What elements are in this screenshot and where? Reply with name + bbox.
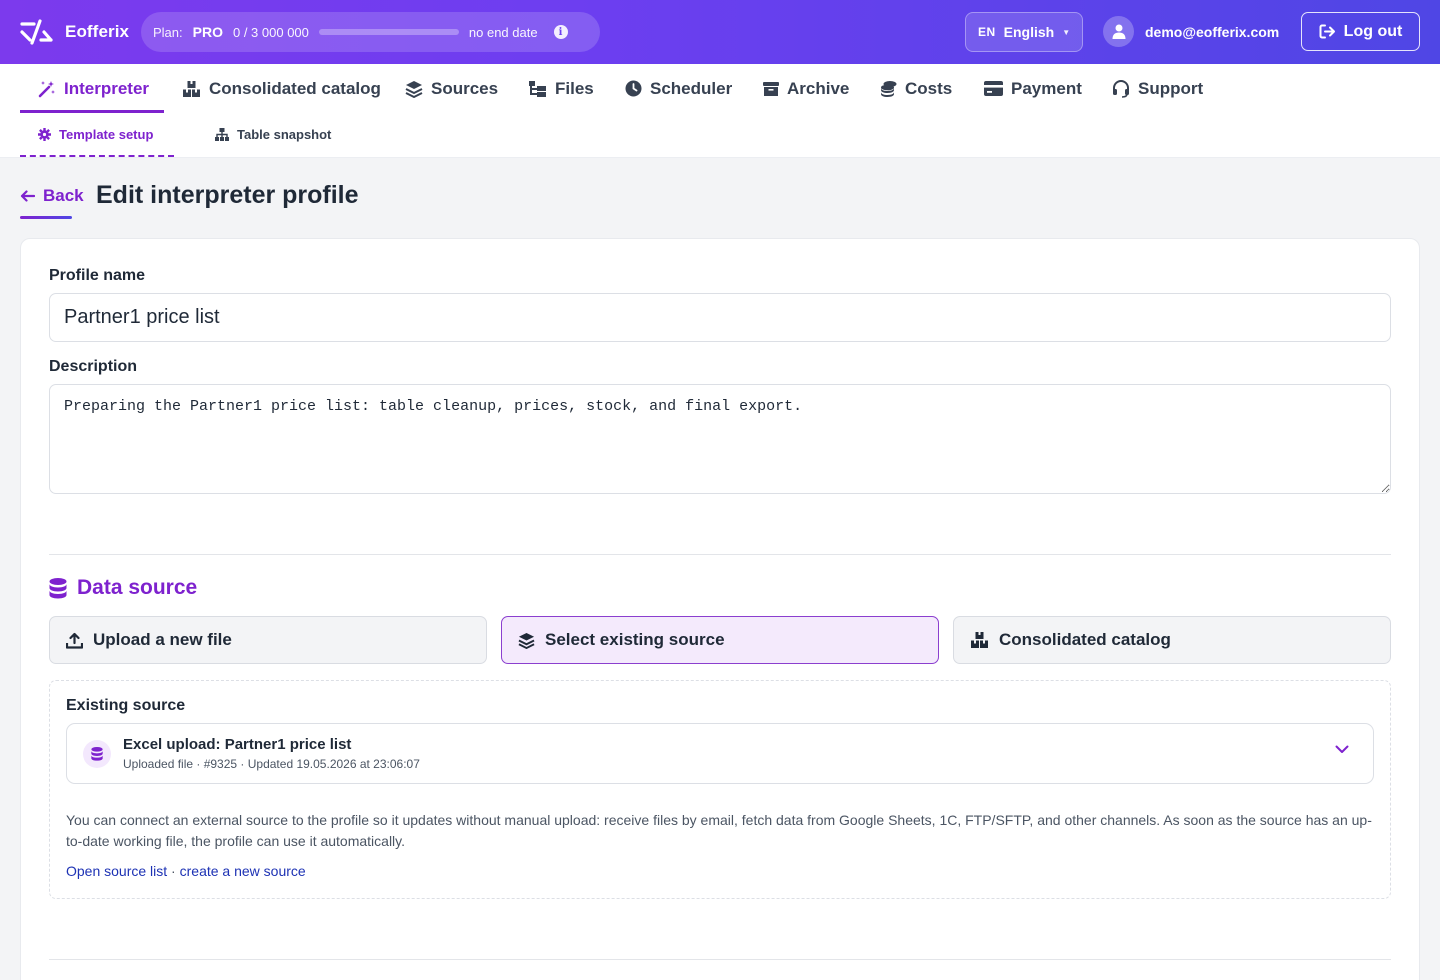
boxes-icon: [971, 632, 988, 648]
plan-progress-bar: [318, 29, 459, 35]
source-help-text: You can connect an external source to th…: [66, 812, 1372, 849]
plan-pill: Plan: PRO 0 / 3 000 000 no end date i: [141, 12, 600, 52]
nav-label: Payment: [1011, 78, 1082, 98]
create-new-source-link[interactable]: create a new source: [180, 863, 306, 879]
nav-item-archive[interactable]: Archive: [763, 64, 849, 113]
nav-label: Files: [555, 78, 594, 98]
plan-label: Plan:: [153, 24, 183, 40]
link-separator: ·: [167, 863, 180, 879]
language-code: EN: [978, 25, 996, 39]
profile-name-input[interactable]: [49, 293, 1391, 342]
data-source-heading: Data source: [49, 576, 197, 600]
nav-item-payment[interactable]: Payment: [984, 64, 1082, 113]
back-link-underline: [20, 216, 72, 219]
sitemap-icon: [215, 128, 229, 141]
nav-label: Scheduler: [650, 78, 733, 98]
upload-icon: [66, 632, 83, 649]
active-tab-indicator: [20, 155, 174, 157]
nav-item-files[interactable]: Files: [528, 64, 594, 113]
description-label: Description: [49, 358, 138, 375]
archive-box-icon: [763, 81, 779, 96]
nav-item-sources[interactable]: Sources: [405, 64, 498, 113]
plan-usage: 0 / 3 000 000: [232, 24, 309, 40]
boxes-icon: [183, 80, 200, 97]
arrow-left-icon: [20, 190, 35, 202]
info-icon[interactable]: i: [553, 25, 568, 39]
section-divider-bottom: [49, 959, 1391, 960]
existing-source-select[interactable]: [66, 723, 1374, 784]
language-name: English: [1003, 24, 1055, 40]
description-textarea[interactable]: Preparing the Partner1 price list: table…: [49, 384, 1391, 494]
nav-label: Support: [1138, 78, 1204, 98]
folder-tree-icon: [529, 80, 546, 97]
logo[interactable]: Eofferix: [20, 18, 129, 46]
nav-item-consolidated-catalog[interactable]: Consolidated catalog: [182, 64, 381, 113]
nav-label: Consolidated catalog: [209, 78, 381, 98]
tab-label: Template setup: [59, 127, 154, 142]
existing-source-label: Existing source: [66, 697, 186, 714]
selected-source-title: Excel upload: Partner1 price list: [123, 736, 352, 753]
coins-icon: [881, 81, 897, 97]
database-icon: [83, 740, 111, 768]
chevron-down-icon[interactable]: [1335, 745, 1349, 754]
consolidated-catalog-option[interactable]: Consolidated catalog: [953, 616, 1391, 664]
logout-label: Log out: [1343, 22, 1403, 40]
plan-end-date: no end date: [468, 24, 538, 40]
nav-item-interpreter[interactable]: Interpreter: [38, 64, 149, 113]
back-label: Back: [43, 186, 84, 205]
database-icon: [49, 577, 67, 598]
plan-name: PRO: [192, 24, 223, 40]
page-title: Edit interpreter profile: [96, 181, 359, 209]
option-label: Upload a new file: [93, 630, 232, 649]
user-email: demo@eofferix.com: [1145, 23, 1280, 40]
layers-icon: [405, 80, 423, 98]
nav-item-costs[interactable]: Costs: [880, 64, 952, 113]
option-label: Consolidated catalog: [999, 630, 1171, 649]
clock-icon: [625, 80, 642, 97]
nav-label: Archive: [787, 78, 850, 98]
credit-card-icon: [984, 81, 1003, 96]
headset-icon: [1113, 79, 1129, 98]
tab-template-setup[interactable]: Template setup: [38, 113, 153, 156]
data-source-title: Data source: [77, 576, 198, 599]
nav-item-support[interactable]: Support: [1112, 64, 1203, 113]
nav-item-scheduler[interactable]: Scheduler: [625, 64, 732, 113]
language-selector[interactable]: EN English ▼: [965, 12, 1083, 52]
select-existing-source-option[interactable]: Select existing source: [501, 616, 939, 664]
selected-source-meta: Uploaded file · #9325 · Updated 19.05.20…: [123, 757, 420, 771]
open-source-list-link[interactable]: Open source list: [66, 863, 167, 879]
section-divider: [49, 554, 1391, 555]
logout-icon: [1319, 24, 1335, 39]
logout-button[interactable]: Log out: [1301, 12, 1420, 51]
layers-icon: [518, 632, 535, 649]
tab-label: Table snapshot: [237, 127, 332, 142]
option-label: Select existing source: [545, 630, 725, 649]
sub-nav: Template setup Table snapshot: [0, 113, 1440, 158]
nav-label: Costs: [905, 78, 953, 98]
tab-table-snapshot[interactable]: Table snapshot: [215, 113, 331, 156]
user-menu[interactable]: demo@eofferix.com: [1103, 16, 1279, 47]
user-avatar-icon: [1103, 16, 1134, 47]
back-link[interactable]: Back: [20, 186, 84, 206]
profile-name-label: Profile name: [49, 267, 146, 284]
main-nav: Interpreter Consolidated catalog Sources…: [0, 64, 1440, 113]
gear-icon: [38, 128, 51, 141]
logo-icon: [20, 19, 53, 45]
top-bar: Eofferix Plan: PRO 0 / 3 000 000 no end …: [0, 0, 1440, 64]
app-name: Eofferix: [65, 22, 130, 41]
caret-down-icon: ▼: [1062, 27, 1071, 37]
magic-wand-icon: [38, 80, 55, 97]
nav-label: Sources: [431, 78, 499, 98]
upload-new-file-option[interactable]: Upload a new file: [49, 616, 487, 664]
source-links: Open source list · create a new source: [66, 863, 306, 879]
nav-label: Interpreter: [64, 78, 150, 98]
